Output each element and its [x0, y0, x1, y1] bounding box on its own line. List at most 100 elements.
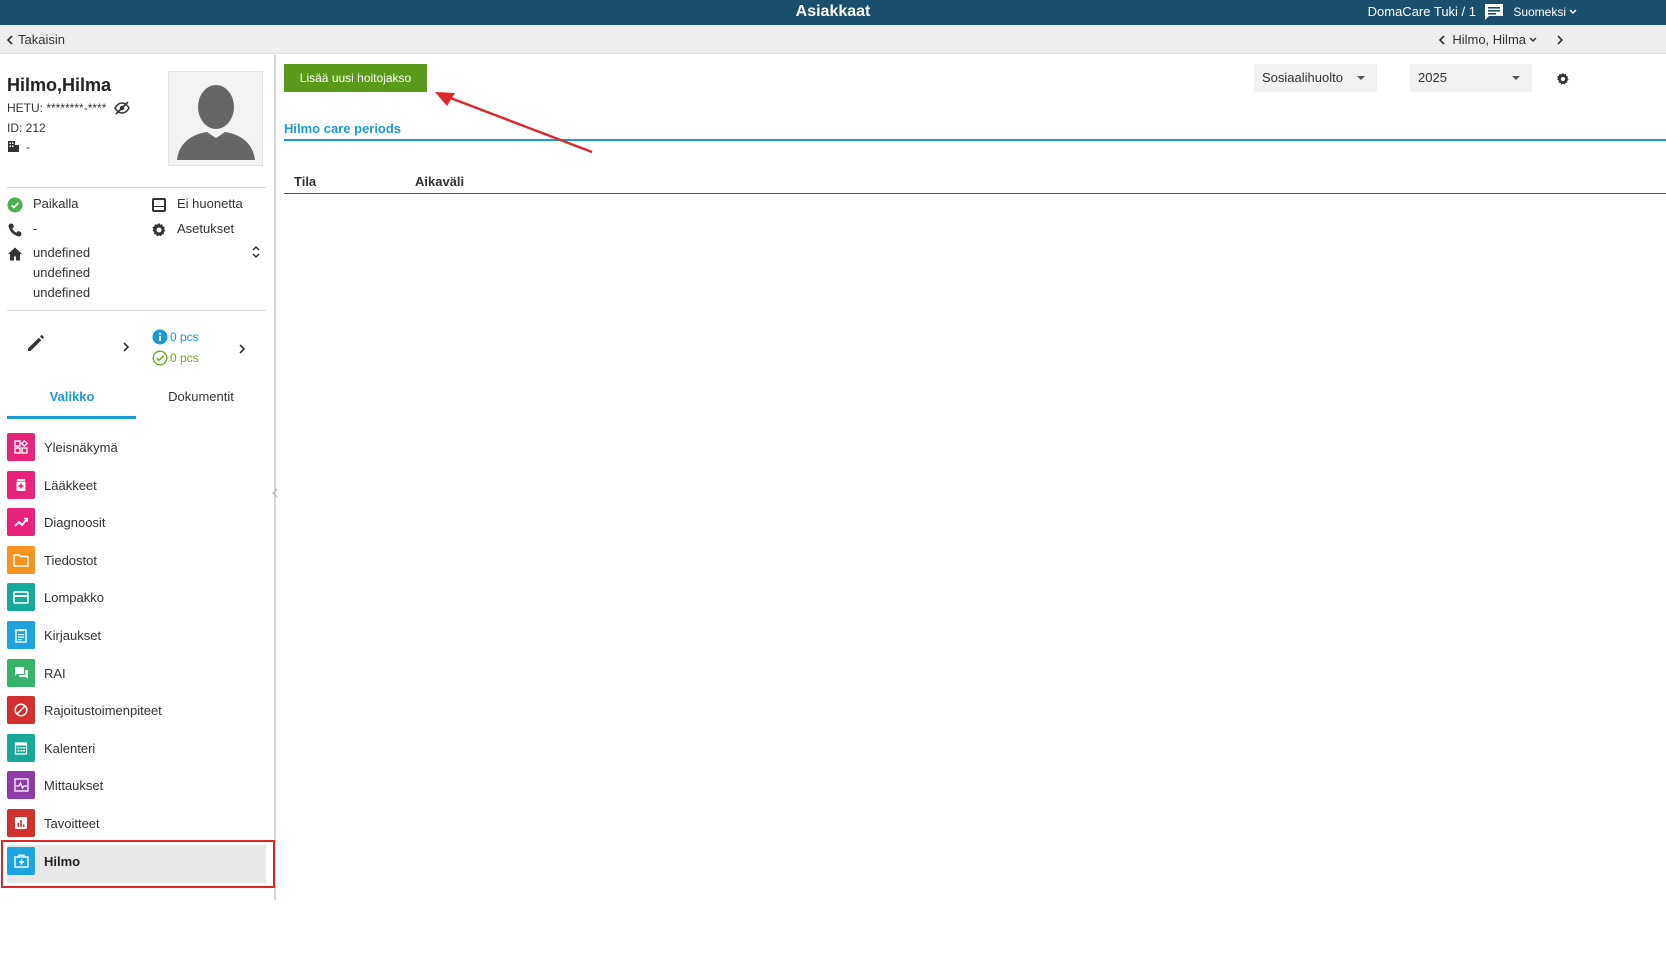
sidebar-item-label: Mittaukset [44, 778, 104, 794]
home-icon [8, 247, 22, 261]
client-id: ID: 212 [7, 121, 46, 135]
sidebar-item-label: Yleisnäkymä [44, 440, 118, 455]
info-count: 0 pcs [170, 330, 199, 344]
sidebar-item-rai[interactable]: RAI [7, 657, 266, 695]
sidebar-item-label: Rajoitustoimenpiteet [44, 703, 162, 719]
chevron-right-icon[interactable] [238, 343, 246, 355]
tab-dokumentit[interactable]: Dokumentit [136, 389, 266, 404]
care-type-select[interactable]: Sosiaalihuolto [1254, 64, 1377, 92]
sidebar-item-label: Tavoitteet [44, 816, 100, 831]
client-sidebar: Hilmo,Hilma HETU: ********-**** ID: 212 … [0, 55, 279, 900]
back-label: Takaisin [18, 32, 65, 47]
dashboard-icon [7, 433, 35, 461]
sidebar-item-label: Lääkkeet [44, 477, 97, 493]
address-line-3: undefined [33, 285, 91, 300]
chevron-right-icon[interactable] [122, 341, 130, 353]
user-account[interactable]: DomaCare Tuki / 1 [1368, 0, 1476, 24]
back-button[interactable]: Takaisin [6, 25, 65, 55]
client-switcher[interactable]: Hilmo, Hilma [1452, 25, 1526, 55]
divider [7, 310, 266, 311]
medicine-icon [7, 470, 35, 499]
status-label: Paikalla [33, 196, 79, 211]
address-line-1: undefined [33, 245, 91, 260]
info-counter[interactable]: 0 pcs [152, 329, 199, 345]
address-line-2: undefined [33, 265, 91, 280]
building-icon [8, 141, 19, 152]
care-type-value: Sosiaalihuolto [1262, 70, 1343, 85]
status-present: Paikalla [7, 196, 147, 214]
client-unit: - [7, 140, 30, 154]
settings-link[interactable]: Asetukset [151, 221, 271, 239]
year-select[interactable]: 2025 [1410, 64, 1532, 92]
done-counter[interactable]: 0 pcs [152, 350, 199, 366]
chevron-down-icon[interactable] [1568, 7, 1578, 17]
block-icon [7, 696, 35, 725]
sidebar-item-label: Tiedostot [44, 552, 97, 568]
chat-icon[interactable] [1484, 3, 1504, 21]
bar-chart-icon [7, 809, 35, 837]
sidebar-item-label: RAI [44, 665, 66, 681]
divider [7, 187, 266, 188]
client-hetu: HETU: ********-**** [7, 101, 130, 115]
credit-card-icon [7, 583, 35, 612]
unit-value: - [26, 140, 30, 154]
sidebar-item-label: Diagnoosit [44, 515, 106, 531]
check-circle-outline-icon [152, 350, 168, 366]
annotation-arrow [435, 92, 593, 154]
sidebar-item-yleisnakyma[interactable]: Yleisnäkymä [7, 431, 266, 469]
avatar [168, 71, 263, 166]
monitor-heart-icon [7, 771, 35, 800]
calendar-icon [7, 733, 35, 762]
caret-down-icon [1512, 76, 1520, 80]
gear-icon [152, 223, 166, 237]
sidebar-item-diagnoosit[interactable]: Diagnoosit [7, 506, 266, 544]
phone-value: - [33, 221, 38, 236]
sidebar-item-kalenteri[interactable]: Kalenteri [7, 732, 266, 770]
done-count: 0 pcs [170, 351, 199, 365]
collapse-sidebar-icon[interactable] [271, 487, 279, 499]
sidebar-item-label: Kalenteri [44, 740, 96, 756]
hetu-value: HETU: ********-**** [7, 101, 107, 115]
client-name: Hilmo,Hilma [7, 75, 112, 95]
address-info [7, 245, 27, 263]
previous-client-icon[interactable] [1438, 35, 1446, 45]
sidebar-item-tiedostot[interactable]: Tiedostot [7, 544, 266, 582]
check-circle-icon [7, 197, 23, 213]
chevron-down-icon[interactable] [1528, 35, 1538, 45]
sub-bar: Takaisin Hilmo, Hilma [0, 25, 1666, 54]
info-icon [152, 329, 168, 345]
sidebar-item-rajoitustoimenpiteet[interactable]: Rajoitustoimenpiteet [7, 694, 266, 732]
sidebar-item-label: Lompakko [44, 590, 104, 606]
forum-icon [7, 658, 35, 687]
column-header-aikavali[interactable]: Aikaväli [415, 174, 464, 189]
highlight-annotation-box [1, 840, 275, 888]
bed-icon [152, 198, 166, 212]
table-header-divider [284, 193, 1666, 194]
next-client-icon[interactable] [1556, 35, 1564, 45]
trending-up-icon [7, 508, 35, 537]
tab-valikko[interactable]: Valikko [7, 389, 137, 404]
pencil-icon[interactable] [26, 333, 46, 353]
room-info: Ei huonetta [151, 196, 271, 214]
phone-info: - [7, 221, 147, 239]
column-header-tila[interactable]: Tila [294, 174, 316, 189]
add-care-period-button[interactable]: Lisää uusi hoitojakso [284, 64, 427, 92]
active-tab-indicator [7, 416, 136, 419]
person-silhouette-icon [177, 85, 255, 160]
collapse-icon[interactable] [251, 245, 261, 259]
eye-off-icon[interactable] [113, 101, 130, 115]
gear-icon[interactable] [1556, 71, 1570, 87]
folder-icon [7, 545, 35, 574]
top-bar: Asiakkaat DomaCare Tuki / 1 Suomeksi [0, 0, 1666, 25]
room-label: Ei huonetta [177, 196, 243, 211]
year-value: 2025 [1418, 70, 1447, 85]
settings-label: Asetukset [177, 221, 235, 236]
sidebar-item-laakkeet[interactable]: Lääkkeet [7, 469, 266, 507]
section-title: Hilmo care periods [284, 121, 402, 136]
sidebar-item-label: Kirjaukset [44, 628, 102, 643]
clipboard-icon [7, 621, 35, 649]
language-selector[interactable]: Suomeksi [1513, 0, 1566, 24]
sidebar-item-kirjaukset[interactable]: Kirjaukset [7, 619, 266, 657]
sidebar-item-lompakko[interactable]: Lompakko [7, 581, 266, 619]
sidebar-item-mittaukset[interactable]: Mittaukset [7, 769, 266, 807]
